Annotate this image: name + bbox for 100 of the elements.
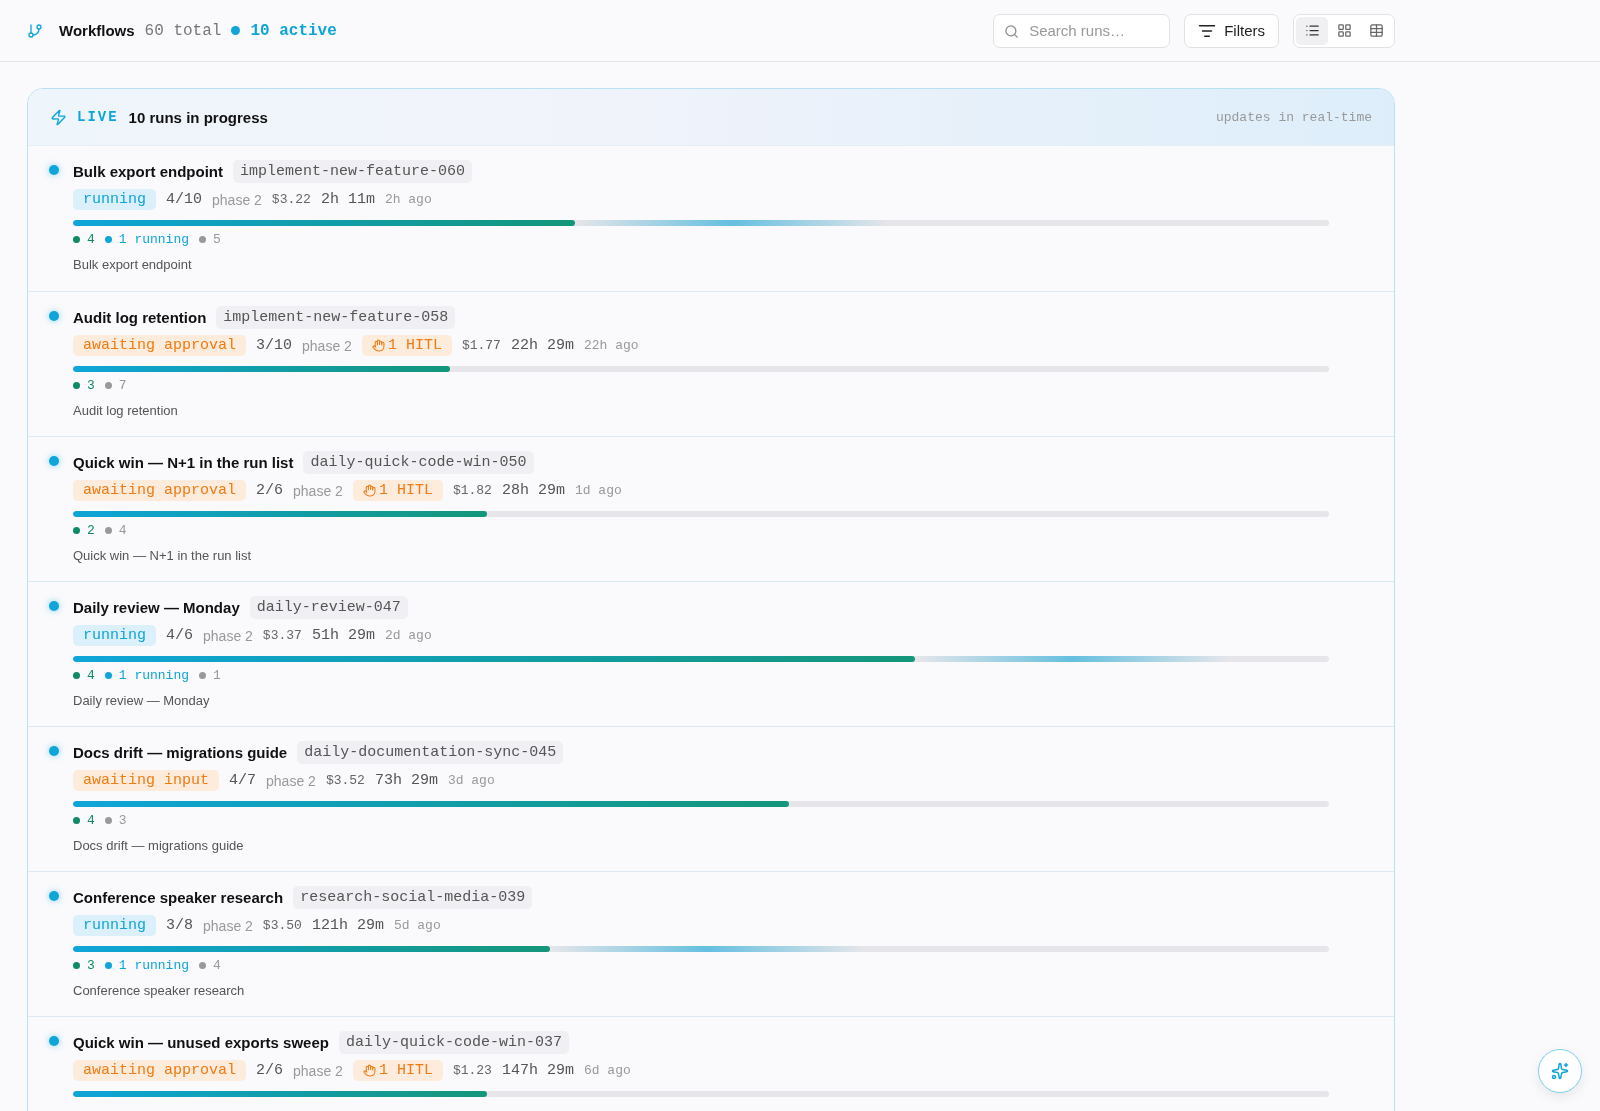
cost-label: $3.52	[325, 773, 365, 788]
run-description: Conference speaker research	[73, 983, 246, 998]
filters-button[interactable]: Filters	[1184, 13, 1279, 48]
duration-label: 51h 29m	[311, 627, 375, 644]
age-label: 1d ago	[574, 483, 622, 498]
run-title: Quick win — N+1 in the run list	[73, 454, 294, 471]
hitl-badge: 1 HITL	[361, 335, 452, 356]
live-label: LIVE	[77, 109, 119, 125]
phase-label: phase 2	[212, 191, 262, 208]
age-label: 2d ago	[384, 628, 432, 643]
step-count-label: 2	[73, 523, 95, 538]
phase-label: phase 2	[266, 772, 316, 789]
step-count-label: 7	[104, 378, 127, 393]
hand-icon	[371, 339, 385, 352]
run-row[interactable]: Quick win — N+1 in the run list daily-quick-code-win-050 awaiting approval 2/6 phase 2 1 HITL $1.82 28h 29m 1d ago 2 4 Quick win — N+1 in the run list	[28, 436, 1394, 581]
step-count-label: 1	[199, 668, 221, 683]
search-field[interactable]: Search runs…	[993, 13, 1171, 48]
status-dot	[49, 456, 59, 466]
run-description: Audit log retention	[73, 403, 179, 418]
run-description: Quick win — N+1 in the run list	[73, 548, 253, 563]
update-note: updates in real-time	[1215, 109, 1372, 125]
duration-label: 121h 29m	[311, 917, 384, 934]
phase-label: phase 2	[293, 1062, 343, 1079]
run-title: Conference speaker research	[73, 889, 284, 906]
cost-label: $1.82	[452, 483, 492, 498]
age-label: 3d ago	[447, 773, 495, 788]
status-badge: awaiting approval	[73, 1060, 247, 1081]
hitl-badge: 1 HITL	[352, 480, 443, 501]
step-count: 3/8	[166, 917, 194, 934]
workflow-slug: implement-new-feature-060	[233, 160, 473, 183]
sparkle-icon	[1551, 1062, 1569, 1080]
status-dot	[49, 601, 59, 611]
cost-label: $3.50	[262, 918, 302, 933]
lightning-icon	[50, 108, 67, 126]
workflow-slug: research-social-media-039	[293, 886, 533, 909]
duration-label: 147h 29m	[501, 1062, 574, 1079]
run-title: Bulk export endpoint	[73, 163, 223, 180]
run-row[interactable]: Docs drift — migrations guide daily-documentation-sync-045 awaiting input 4/7 phase 2 $3.52 73h 29m 3d ago 4 3 Docs drift — migrations guide	[28, 726, 1394, 871]
age-label: 5d ago	[393, 918, 441, 933]
step-count: 3/10	[256, 337, 293, 354]
phase-label: phase 2	[302, 337, 352, 354]
view-button[interactable]	[1296, 16, 1328, 45]
run-description: Docs drift — migrations guide	[73, 838, 245, 853]
step-count-label: 4	[73, 668, 95, 683]
status-dot	[49, 891, 59, 901]
status-badge: awaiting input	[73, 770, 220, 791]
status-badge: awaiting approval	[73, 335, 247, 356]
cost-label: $3.37	[262, 628, 302, 643]
panel-title: 10 runs in progress	[128, 108, 268, 126]
grid-icon	[1336, 23, 1352, 38]
run-description: Daily review — Monday	[73, 693, 211, 708]
assistant-button[interactable]	[1538, 1049, 1582, 1093]
run-row[interactable]: Daily review — Monday daily-review-047 running 4/6 phase 2 $3.37 51h 29m 2d ago 4 1 running 1 Daily review — Monday	[28, 581, 1394, 726]
status-dot	[49, 311, 59, 321]
hand-icon	[362, 484, 376, 497]
active-dot	[231, 26, 241, 35]
workflow-slug: daily-quick-code-win-050	[303, 451, 534, 474]
run-row[interactable]: Conference speaker research research-social-media-039 running 3/8 phase 2 $3.50 121h 29m 5d ago 3 1 running 4 Conference speaker research	[28, 871, 1394, 1016]
step-count: 4/7	[229, 772, 257, 789]
workflow-slug: daily-review-047	[249, 596, 408, 619]
age-label: 2h ago	[384, 192, 432, 207]
workflow-slug: daily-quick-code-win-037	[338, 1031, 569, 1054]
cost-label: $1.23	[452, 1063, 492, 1078]
hitl-badge: 1 HITL	[352, 1060, 443, 1081]
phase-label: phase 2	[203, 627, 253, 644]
workflow-slug: implement-new-feature-058	[216, 306, 456, 329]
step-count-label: 1 running	[104, 232, 190, 247]
duration-label: 22h 29m	[510, 337, 574, 354]
status-badge: awaiting approval	[73, 480, 247, 501]
run-row[interactable]: Audit log retention implement-new-feature-058 awaiting approval 3/10 phase 2 1 HITL $1.77 22h 29m 22h ago 3 7 Audit log retention	[28, 291, 1394, 436]
step-count-label: 5	[199, 232, 221, 247]
age-label: 6d ago	[583, 1063, 631, 1078]
step-count: 4/10	[166, 191, 203, 208]
step-count: 2/6	[256, 1062, 284, 1079]
run-row[interactable]: Quick win — unused exports sweep daily-quick-code-win-037 awaiting approval 2/6 phase 2 1 HITL $1.23 147h 29m 6d ago	[28, 1016, 1394, 1111]
duration-label: 73h 29m	[374, 772, 438, 789]
run-title: Daily review — Monday	[73, 599, 240, 616]
run-row[interactable]: Bulk export endpoint implement-new-feature-060 running 4/10 phase 2 $3.22 2h 11m 2h ago 4 1 running 5 Bulk export endpoint	[28, 146, 1394, 291]
workflow-slug: daily-documentation-sync-045	[297, 741, 564, 764]
run-description: Bulk export endpoint	[73, 257, 193, 272]
step-count-label: 4	[104, 523, 127, 538]
status-dot	[49, 1036, 59, 1046]
status-badge: running	[73, 189, 156, 210]
step-count-label: 4	[73, 232, 95, 247]
run-title: Audit log retention	[73, 309, 207, 326]
step-count-label: 3	[104, 813, 127, 828]
step-count: 2/6	[256, 482, 284, 499]
list-icon	[1304, 23, 1320, 38]
hand-icon	[362, 1064, 376, 1077]
step-count-label: 1 running	[104, 668, 190, 683]
duration-label: 2h 11m	[320, 191, 375, 208]
cost-label: $3.22	[271, 192, 311, 207]
step-count-label: 1 running	[104, 958, 190, 973]
run-title: Quick win — unused exports sweep	[73, 1034, 329, 1051]
status-dot	[49, 746, 59, 756]
step-count-label: 4	[73, 813, 95, 828]
age-label: 22h ago	[583, 338, 639, 353]
run-title: Docs drift — migrations guide	[73, 744, 288, 761]
active-count: 10 active	[250, 21, 337, 40]
branch-icon	[27, 22, 43, 39]
